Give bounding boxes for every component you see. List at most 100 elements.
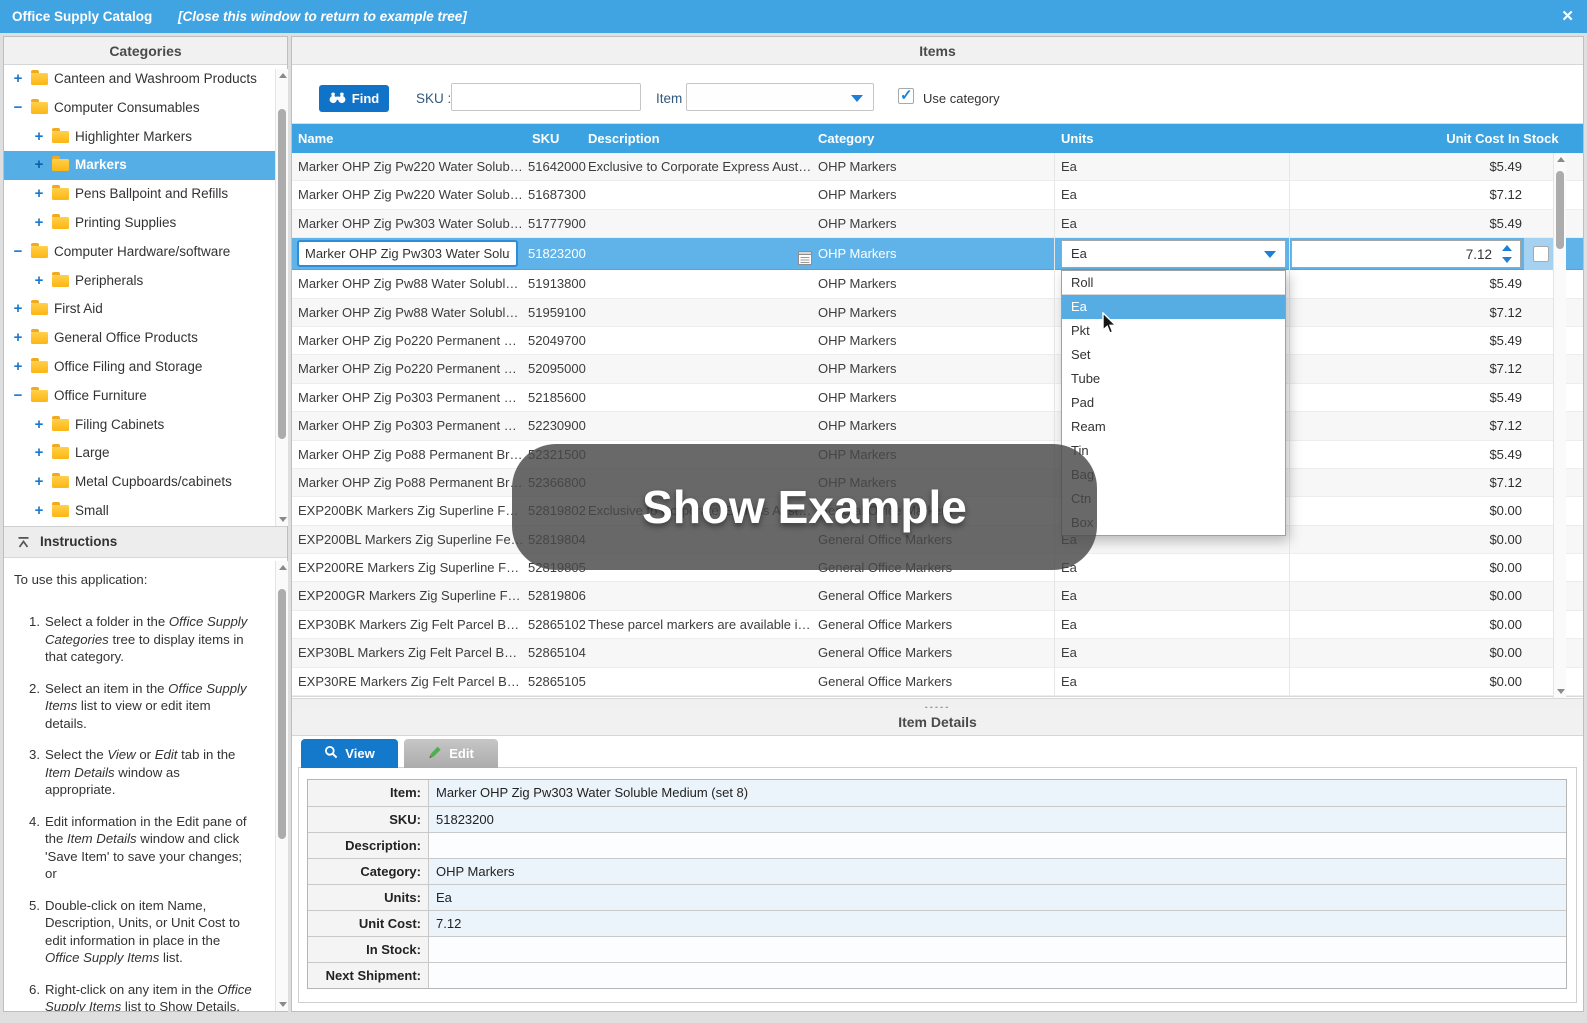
unit-cost-input[interactable] [1292,241,1520,268]
cell-unit-cost[interactable]: $5.49 [1489,210,1522,237]
tree-item[interactable]: − Computer Hardware/software [4,238,287,267]
column-header-sku[interactable]: SKU [532,124,559,153]
cell-units[interactable]: Ea [1061,153,1171,180]
tree-item[interactable]: + First Aid [4,295,287,324]
cell-units[interactable]: Ea [1061,639,1171,666]
tree-item[interactable]: + Filing Cabinets [4,411,287,440]
tab-edit[interactable]: Edit [404,739,498,768]
table-row[interactable]: Marker OHP Zig Pw220 Water Soluble Fi...… [292,153,1583,182]
units-dropdown-option[interactable]: Roll [1062,271,1285,295]
cell-name[interactable]: Marker OHP Zig Pw88 Water Soluble Br... [298,270,524,297]
cell-units[interactable]: Ea [1061,611,1171,638]
cell-description[interactable]: These parcel markers are available in bu… [588,611,812,638]
tree-item[interactable]: + General Office Products [4,324,287,353]
cell-unit-cost[interactable]: $7.12 [1489,299,1522,326]
cell-unit-cost[interactable]: $0.00 [1489,497,1522,524]
tree-item[interactable]: + Metal Cupboards/cabinets [4,468,287,497]
cell-unit-cost[interactable]: $0.00 [1489,639,1522,666]
table-row[interactable]: Marker OHP Zig Po220 Permanent Fine ... … [292,326,1583,356]
tree-expander-icon[interactable]: − [11,382,25,411]
spinner-up-icon[interactable] [1502,245,1512,252]
use-category-checkbox[interactable] [898,86,914,104]
tree-item[interactable]: + Printing Supplies [4,209,287,238]
column-header-description[interactable]: Description [588,124,660,153]
units-dropdown-option[interactable]: Pad [1062,391,1285,415]
panel-splitter[interactable]: ••••• [292,698,1583,713]
scrollbar-thumb[interactable] [278,589,286,839]
scrollbar-thumb[interactable] [1556,171,1564,249]
cell-unit-cost[interactable]: $0.00 [1489,526,1522,553]
tree-item[interactable]: + Markers [4,151,287,181]
items-scrollbar[interactable] [1553,153,1566,698]
cell-units[interactable]: Ea [1061,582,1171,609]
tree-expander-icon[interactable]: + [32,267,46,296]
tree-expander-icon[interactable]: + [32,180,46,209]
scroll-down-icon[interactable] [1557,689,1565,694]
cell-unit-cost[interactable]: $0.00 [1489,668,1522,695]
unit-cost-spinner[interactable] [1291,240,1521,269]
cell-name[interactable]: EXP30BL Markers Zig Felt Parcel Bullet T… [298,639,524,666]
tree-item[interactable]: + Canteen and Washroom Products [4,65,287,94]
table-row[interactable]: Marker OHP Zig Pw88 Water Soluble Br... … [292,298,1583,327]
item-filter-dropdown[interactable] [686,83,874,111]
cell-unit-cost[interactable]: $5.49 [1489,270,1522,297]
table-row[interactable]: EXP30RE Markers Zig Felt Parcel Bullet T… [292,667,1583,697]
table-row[interactable]: Marker OHP Zig Pw303 Water Soluble M... … [292,209,1583,239]
cell-name[interactable]: Marker OHP Zig Po303 Permanent Medi... [298,412,524,439]
scroll-up-icon[interactable] [279,73,287,78]
tree-item[interactable]: − Computer Consumables [4,94,287,123]
units-dropdown-option[interactable]: Pkt [1062,319,1285,343]
tree-expander-icon[interactable]: + [32,209,46,238]
cell-name[interactable]: EXP30RE Markers Zig Felt Parcel Bullet T… [298,668,524,695]
cell-units[interactable]: Ea [1061,668,1171,695]
column-header-category[interactable]: Category [818,124,874,153]
table-row[interactable]: EXP30BL Markers Zig Felt Parcel Bullet T… [292,639,1583,668]
cell-name[interactable]: Marker OHP Zig Po220 Permanent Fine ... [298,355,524,382]
tree-expander-icon[interactable]: + [32,439,46,468]
tree-expander-icon[interactable]: + [32,497,46,526]
table-row[interactable]: EXP30BK Markers Zig Felt Parcel Bullet T… [292,610,1583,640]
tree-item[interactable]: + Peripherals [4,267,287,296]
in-stock-checkbox[interactable] [1533,246,1549,263]
tree-expander-icon[interactable]: + [11,324,25,353]
item-name-edit-input[interactable] [297,240,518,268]
tree-expander-icon[interactable]: + [32,411,46,440]
tree-item[interactable]: + Pens Ballpoint and Refills [4,180,287,209]
cell-name[interactable]: EXP30BK Markers Zig Felt Parcel Bullet T… [298,611,524,638]
items-edit-row[interactable]: 51823200 OHP Markers Ea [292,238,1583,271]
cell-description[interactable]: Exclusive to Corporate Express Australia… [588,153,812,180]
tree-expander-icon[interactable]: + [32,468,46,497]
cell-name[interactable]: Marker OHP Zig Pw303 Water Soluble M... [298,210,524,237]
tab-view[interactable]: View [301,739,398,768]
tree-item[interactable]: + Small [4,497,287,526]
cell-name[interactable]: EXP200RE Markers Zig Superline Felt PZ..… [298,554,524,581]
column-header-name[interactable]: Name [298,124,333,153]
tree-expander-icon[interactable]: + [11,65,25,94]
units-dropdown-option[interactable]: Tube [1062,367,1285,391]
cell-name[interactable]: EXP200GR Markers Zig Superline Felt PZ..… [298,582,524,609]
instructions-toggle[interactable]: Instructions [4,526,287,558]
cell-name[interactable]: Marker OHP Zig Po88 Permanent Broad ... [298,469,524,496]
cell-unit-cost[interactable]: $0.00 [1489,554,1522,581]
cell-units[interactable]: Ea [1061,210,1171,237]
cell-unit-cost[interactable]: $7.12 [1489,181,1522,208]
scroll-up-icon[interactable] [1557,157,1565,162]
show-example-button[interactable]: Show Example [512,444,1097,570]
cell-unit-cost[interactable]: $7.12 [1489,469,1522,496]
cell-name[interactable]: Marker OHP Zig Po220 Permanent Fine ... [298,327,524,354]
scroll-down-icon[interactable] [279,517,287,522]
tree-item[interactable]: + Highlighter Markers [4,123,287,152]
column-header-unit-cost[interactable]: Unit Cost [1446,124,1504,153]
categories-scrollbar[interactable] [275,69,288,526]
table-row[interactable]: Marker OHP Zig Pw220 Water Soluble Fi...… [292,181,1583,210]
tree-expander-icon[interactable]: + [32,151,46,180]
units-combobox[interactable]: Ea [1061,240,1286,269]
cell-unit-cost[interactable]: $0.00 [1489,582,1522,609]
tree-item[interactable]: + Office Filing and Storage [4,353,287,382]
tree-expander-icon[interactable]: + [11,295,25,324]
table-row[interactable]: Marker OHP Zig Po303 Permanent Medi... 5… [292,383,1583,413]
scroll-down-icon[interactable] [279,1002,287,1007]
cell-name[interactable]: Marker OHP Zig Po303 Permanent Medi... [298,384,524,411]
cell-name[interactable]: Marker OHP Zig Pw220 Water Soluble Fi... [298,153,524,180]
cell-unit-cost[interactable]: $5.49 [1489,153,1522,180]
